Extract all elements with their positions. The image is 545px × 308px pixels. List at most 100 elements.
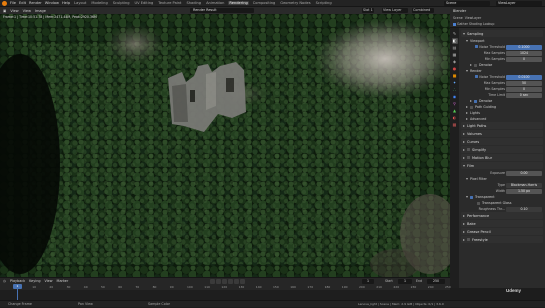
menu-help[interactable]: Help bbox=[62, 1, 70, 5]
workspace-tab-layout[interactable]: Layout bbox=[73, 1, 87, 5]
timeline-tick-label: 210 bbox=[376, 285, 382, 289]
workspace-tab-animation[interactable]: Animation bbox=[205, 1, 225, 5]
outliner-item[interactable]: Gather Shading Lookup bbox=[457, 22, 494, 26]
tool-tab-icon[interactable]: ✎ bbox=[452, 31, 458, 37]
workspace-tab-shading[interactable]: Shading bbox=[185, 1, 202, 5]
simplify-checkbox[interactable] bbox=[467, 148, 470, 151]
world-tab-icon[interactable]: ● bbox=[452, 66, 458, 72]
layer-label[interactable]: ViewLayer bbox=[465, 16, 481, 20]
menu-render[interactable]: Render bbox=[29, 1, 42, 5]
workspace-tab-modeling[interactable]: Modeling bbox=[90, 1, 108, 5]
item-checkbox[interactable] bbox=[453, 22, 456, 26]
denoise-vp-checkbox[interactable] bbox=[474, 63, 477, 67]
section-performance[interactable]: Performance bbox=[461, 212, 543, 219]
menu-playback[interactable]: Playback bbox=[10, 279, 25, 283]
menu-view-2[interactable]: View bbox=[23, 9, 31, 13]
playhead-line bbox=[17, 289, 18, 300]
timeline-editor-icon[interactable]: ◷ bbox=[3, 279, 6, 283]
menu-marker[interactable]: Marker bbox=[57, 279, 69, 283]
image-name-field[interactable]: Render Result bbox=[190, 8, 254, 13]
path-guiding-checkbox[interactable] bbox=[470, 105, 473, 109]
max-samples-r-field[interactable]: 50 bbox=[506, 80, 542, 86]
workspace-tab-compositing[interactable]: Compositing bbox=[252, 1, 277, 5]
constraints-tab-icon[interactable]: ⚲ bbox=[452, 101, 458, 107]
object-tab-icon[interactable]: ■ bbox=[452, 73, 458, 79]
properties-tabs: ✎ ◧ ▤ ▦ ◈ ● ■ ✦ ∴ ◉ ⚲ ▲ ◐ ▩ bbox=[450, 28, 459, 288]
pass-selector[interactable]: Combined bbox=[412, 8, 434, 13]
texture-tab-icon[interactable]: ▩ bbox=[452, 122, 458, 128]
menu-image[interactable]: Image bbox=[35, 9, 46, 13]
view-layer-selector[interactable]: ViewLayer bbox=[496, 1, 542, 6]
noise-threshold-vp-field[interactable]: 0.1000 bbox=[506, 44, 542, 50]
scene-label[interactable]: Scene bbox=[453, 16, 463, 20]
freestyle-checkbox[interactable] bbox=[467, 238, 470, 241]
timeline-tick-label: 190 bbox=[341, 285, 348, 289]
section-bake[interactable]: Bake bbox=[461, 220, 543, 227]
min-samples-vp-field[interactable]: 0 bbox=[506, 56, 542, 62]
render-viewport[interactable] bbox=[0, 14, 450, 277]
menu-file[interactable]: File bbox=[10, 1, 16, 5]
section-motion-blur[interactable]: Motion Blur bbox=[461, 154, 543, 161]
noise-threshold-r-field[interactable]: 0.0100 bbox=[506, 74, 542, 80]
section-simplify[interactable]: Simplify bbox=[461, 146, 543, 153]
display-mode[interactable]: Blender bbox=[453, 9, 466, 13]
timeline-tick-label: 170 bbox=[307, 285, 314, 289]
material-tab-icon[interactable]: ◐ bbox=[452, 115, 458, 121]
menu-window[interactable]: Window bbox=[45, 1, 59, 5]
image-editor-header: ▣ View View Image Render Result Slot 1 V… bbox=[0, 7, 450, 14]
section-film[interactable]: Film bbox=[461, 162, 543, 169]
collapse-icon bbox=[463, 140, 465, 143]
noise-threshold-r-checkbox[interactable] bbox=[475, 75, 479, 78]
pixel-filter-type-dropdown[interactable]: Blackman-Harris bbox=[506, 182, 542, 188]
particles-tab-icon[interactable]: ∴ bbox=[452, 87, 458, 93]
expand-icon bbox=[466, 70, 468, 72]
roughness-threshold-field[interactable]: 0.10 bbox=[506, 206, 542, 212]
section-light-paths[interactable]: Light Paths bbox=[461, 122, 543, 129]
scene-selector[interactable]: Scene bbox=[444, 1, 490, 6]
section-curves[interactable]: Curves bbox=[461, 138, 543, 145]
menu-keying[interactable]: Keying bbox=[29, 279, 40, 283]
section-grease-pencil[interactable]: Grease Pencil bbox=[461, 228, 543, 235]
min-samples-r-field[interactable]: 0 bbox=[506, 86, 542, 92]
blender-logo-icon[interactable] bbox=[2, 0, 7, 6]
transparent-checkbox[interactable] bbox=[470, 195, 473, 199]
physics-tab-icon[interactable]: ◉ bbox=[452, 94, 458, 100]
menu-view-timeline[interactable]: View bbox=[45, 279, 53, 283]
workspace-tab-uv-editing[interactable]: UV Editing bbox=[134, 1, 155, 5]
menu-edit[interactable]: Edit bbox=[19, 1, 26, 5]
collapse-icon bbox=[466, 112, 468, 114]
workspace-tab-geometry-nodes[interactable]: Geometry Nodes bbox=[279, 1, 311, 5]
pixel-filter-width-field[interactable]: 1.50 px bbox=[506, 188, 542, 194]
workspace-tab-texture-paint[interactable]: Texture Paint bbox=[157, 1, 182, 5]
transparent-glass-checkbox[interactable] bbox=[477, 201, 480, 205]
editor-type-icon[interactable]: ▣ bbox=[3, 9, 6, 13]
timeline-ruler[interactable]: 0102030405060708090100110120130140150160… bbox=[0, 284, 451, 290]
max-samples-vp-field[interactable]: 1024 bbox=[506, 50, 542, 56]
menu-view[interactable]: View bbox=[10, 9, 18, 13]
denoise-r-checkbox[interactable] bbox=[474, 99, 477, 103]
render-tab-icon[interactable]: ◧ bbox=[451, 38, 458, 44]
workspace-tab-rendering[interactable]: Rendering bbox=[228, 1, 249, 5]
output-tab-icon[interactable]: ▤ bbox=[452, 45, 458, 51]
exposure-field[interactable]: 0.00 bbox=[506, 170, 542, 176]
scene-tab-icon[interactable]: ◈ bbox=[452, 59, 458, 65]
udemy-watermark: Udemy bbox=[506, 288, 522, 293]
modifier-tab-icon[interactable]: ✦ bbox=[452, 80, 458, 86]
timeline-header: ◷ Playback Keying View Marker 1 Start 1 … bbox=[0, 277, 450, 284]
view-layer-tab-icon[interactable]: ▦ bbox=[452, 52, 458, 58]
workspace-tab-sculpting[interactable]: Sculpting bbox=[112, 1, 131, 5]
noise-threshold-vp-checkbox[interactable] bbox=[475, 45, 479, 48]
collapse-icon bbox=[463, 156, 465, 159]
motion-blur-checkbox[interactable] bbox=[467, 156, 470, 159]
section-sampling[interactable]: Sampling bbox=[461, 30, 543, 37]
workspace-tab-scripting[interactable]: Scripting bbox=[315, 1, 333, 5]
time-limit-field[interactable]: 0 sec bbox=[506, 92, 542, 98]
timeline-tick-label: 110 bbox=[204, 285, 210, 289]
timeline-tick-label: 10 bbox=[32, 285, 37, 289]
section-freestyle[interactable]: Freestyle bbox=[461, 236, 543, 243]
layer-selector[interactable]: View Layer bbox=[382, 8, 408, 13]
data-tab-icon[interactable]: ▲ bbox=[452, 108, 458, 114]
slot-selector[interactable]: Slot 1 bbox=[362, 8, 374, 13]
section-volumes[interactable]: Volumes bbox=[461, 130, 543, 137]
forest-render-image bbox=[0, 14, 450, 277]
